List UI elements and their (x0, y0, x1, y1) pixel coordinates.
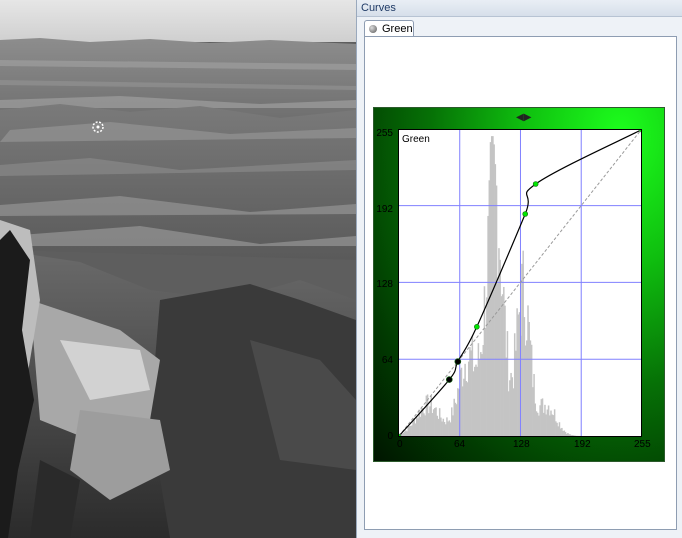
curve-point[interactable] (445, 376, 453, 383)
double-arrow-icon[interactable]: ◀▶ (516, 113, 531, 123)
y-tick-label: 255 (376, 128, 393, 139)
tab-green[interactable]: Green (364, 20, 414, 37)
panel-titlebar: Curves (357, 0, 682, 17)
photo-canvas[interactable] (0, 0, 356, 538)
y-tick-label: 128 (376, 279, 393, 290)
curve-graph[interactable] (399, 130, 641, 436)
sphere-icon (369, 25, 377, 33)
y-tick-label: 64 (381, 355, 393, 366)
histogram (399, 136, 581, 436)
y-tick-label: 0 (387, 431, 393, 442)
canyon-image (0, 0, 356, 538)
x-tick-label: 64 (454, 439, 466, 450)
x-tick-label: 128 (513, 439, 530, 450)
x-tick-label: 255 (634, 439, 651, 450)
curve-point[interactable] (532, 181, 539, 187)
curve-plot[interactable]: Green (398, 129, 642, 437)
panel-title: Curves (361, 2, 396, 14)
curve-point[interactable] (522, 211, 529, 217)
x-tick-label: 0 (397, 439, 403, 450)
tab-strip: Green (357, 17, 682, 37)
x-tick-label: 192 (574, 439, 591, 450)
y-tick-label: 192 (376, 204, 393, 215)
channel-label: Green (402, 134, 430, 145)
curve-point[interactable] (474, 324, 480, 330)
tab-label: Green (382, 23, 413, 35)
curve-point[interactable] (454, 358, 462, 365)
